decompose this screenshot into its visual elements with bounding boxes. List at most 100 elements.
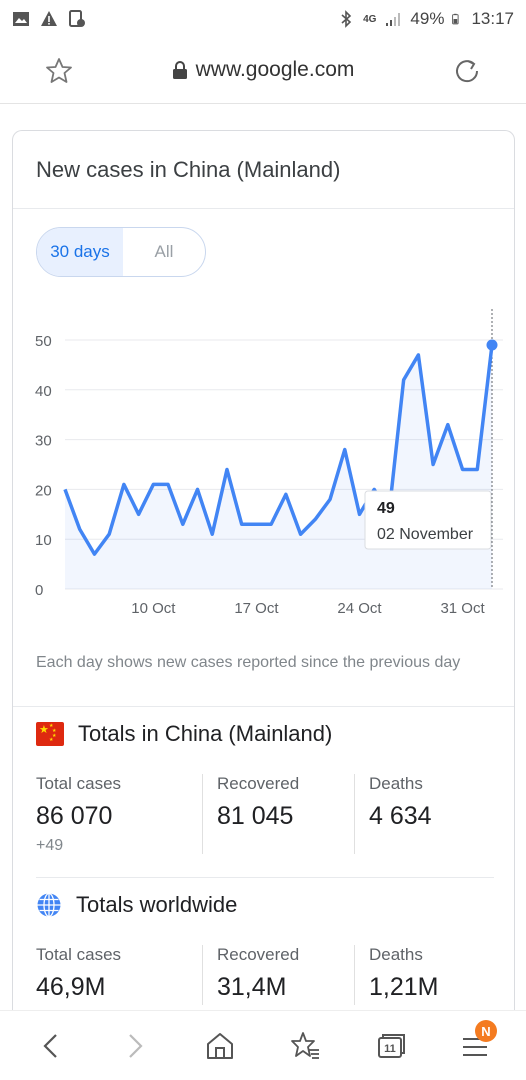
- network-type: 4G: [363, 13, 377, 25]
- card-title: New cases in China (Mainland): [36, 157, 341, 182]
- range-toggle: 30 days All: [36, 227, 206, 277]
- battery-percent: 49%: [410, 9, 445, 28]
- china-stats: Total cases 86 070 +49 Recovered 81 045 …: [36, 774, 514, 855]
- data-point: [211, 533, 214, 536]
- status-bar: 4G 49% 13:17: [0, 0, 526, 38]
- data-point: [343, 448, 346, 451]
- image-notification-icon: [13, 12, 29, 26]
- stat-value: 81 045: [217, 802, 294, 830]
- data-point: [402, 378, 405, 381]
- stat-value: 1,21M: [369, 973, 439, 1001]
- tooltip-value: 49: [377, 500, 395, 517]
- data-point: [461, 468, 464, 471]
- world-totals-heading: Totals worldwide: [36, 892, 237, 918]
- range-all-button[interactable]: All: [123, 228, 205, 276]
- y-tick-label: 0: [35, 582, 43, 599]
- data-point: [255, 523, 258, 526]
- data-point: [108, 533, 111, 536]
- series-area: [65, 344, 492, 589]
- forward-icon[interactable]: [118, 1029, 152, 1063]
- data-point: [240, 523, 243, 526]
- section-title: Totals in China (Mainland): [78, 721, 333, 746]
- chart-note: Each day shows new cases reported since …: [36, 654, 461, 671]
- data-point: [196, 488, 199, 491]
- battery-icon: [452, 13, 460, 25]
- y-tick-label: 50: [35, 333, 52, 350]
- divider: [36, 877, 494, 878]
- tabs-count: 11: [384, 1043, 396, 1055]
- warning-icon: [41, 11, 57, 26]
- data-point: [93, 553, 96, 556]
- stat-delta: +49: [36, 837, 64, 854]
- data-point: [314, 518, 317, 521]
- stat-value: 4 634: [369, 802, 432, 830]
- data-point: [432, 463, 435, 466]
- lock-icon: [172, 60, 187, 79]
- data-point: [446, 423, 449, 426]
- back-icon[interactable]: [34, 1029, 68, 1063]
- stat-total-cases: Total cases 86 070 +49: [36, 774, 202, 855]
- y-tick-label: 10: [35, 532, 52, 549]
- y-tick-label: 20: [35, 482, 52, 499]
- data-point: [358, 513, 361, 516]
- bookmarks-icon[interactable]: [288, 1029, 322, 1063]
- divider: [13, 208, 514, 209]
- data-point: [476, 468, 479, 471]
- china-totals-heading: ★ ★ ★ ★ ★ Totals in China (Mainland): [36, 721, 332, 747]
- data-point: [78, 528, 81, 531]
- stat-label: Deaths: [369, 945, 423, 964]
- data-point: [181, 523, 184, 526]
- selected-point: [486, 339, 498, 351]
- bluetooth-icon: [341, 10, 352, 28]
- y-tick-label: 30: [35, 433, 52, 450]
- data-point: [299, 533, 302, 536]
- signal-icon: [386, 13, 401, 26]
- stat-recovered: Recovered 81 045: [202, 774, 354, 854]
- home-icon[interactable]: [203, 1029, 237, 1063]
- new-cases-chart[interactable]: 0 10 20 30 40 50 10 Oct 17 Oct 24 Oct 31 Oct 49 02 …: [13, 301, 516, 621]
- divider: [13, 706, 514, 707]
- covid-stats-card: New cases in China (Mainland) 30 days Al…: [12, 130, 515, 1030]
- x-tick-label: 17 Oct: [234, 600, 279, 617]
- data-point: [137, 513, 140, 516]
- screenshot-notification-icon: [69, 10, 85, 27]
- data-point: [152, 483, 155, 486]
- y-tick-label: 40: [35, 383, 52, 400]
- stat-label: Recovered: [217, 945, 300, 964]
- address-bar: www.google.com: [0, 38, 526, 104]
- stat-total-cases: Total cases 46,9M: [36, 945, 202, 1005]
- url-display[interactable]: www.google.com: [0, 58, 526, 82]
- x-tick-label: 24 Oct: [337, 600, 382, 617]
- data-point: [329, 498, 332, 501]
- stat-recovered: Recovered 31,4M: [202, 945, 354, 1005]
- stat-label: Total cases: [36, 945, 122, 964]
- globe-icon: [37, 892, 61, 918]
- browser-bottom-nav: 11: [0, 1010, 526, 1080]
- x-tick-label: 10 Oct: [131, 600, 176, 617]
- section-title: Totals worldwide: [76, 892, 238, 917]
- stat-deaths: Deaths 4 634: [354, 774, 504, 854]
- data-point: [417, 353, 420, 356]
- clock: 13:17: [471, 9, 514, 28]
- stat-value: 86 070: [36, 802, 113, 830]
- range-30-days-button[interactable]: 30 days: [37, 228, 123, 276]
- stat-label: Recovered: [217, 774, 300, 793]
- world-stats: Total cases 46,9M Recovered 31,4M Deaths…: [36, 945, 514, 1005]
- china-flag-icon: ★ ★ ★ ★ ★: [36, 722, 64, 746]
- stat-value: 31,4M: [217, 973, 287, 1001]
- url-text: www.google.com: [195, 58, 355, 81]
- data-point: [122, 483, 125, 486]
- stat-label: Deaths: [369, 774, 423, 793]
- stat-label: Total cases: [36, 774, 122, 793]
- x-tick-label: 31 Oct: [440, 600, 485, 617]
- data-point: [225, 468, 228, 471]
- stat-value: 46,9M: [36, 973, 106, 1001]
- reload-icon[interactable]: [452, 56, 482, 86]
- data-point: [373, 488, 376, 491]
- data-point: [270, 523, 273, 526]
- data-point: [284, 493, 287, 496]
- menu-notification-badge: N: [475, 1020, 497, 1042]
- tabs-button[interactable]: 11: [373, 1029, 407, 1063]
- stat-deaths: Deaths 1,21M: [354, 945, 504, 1005]
- data-point: [64, 488, 67, 491]
